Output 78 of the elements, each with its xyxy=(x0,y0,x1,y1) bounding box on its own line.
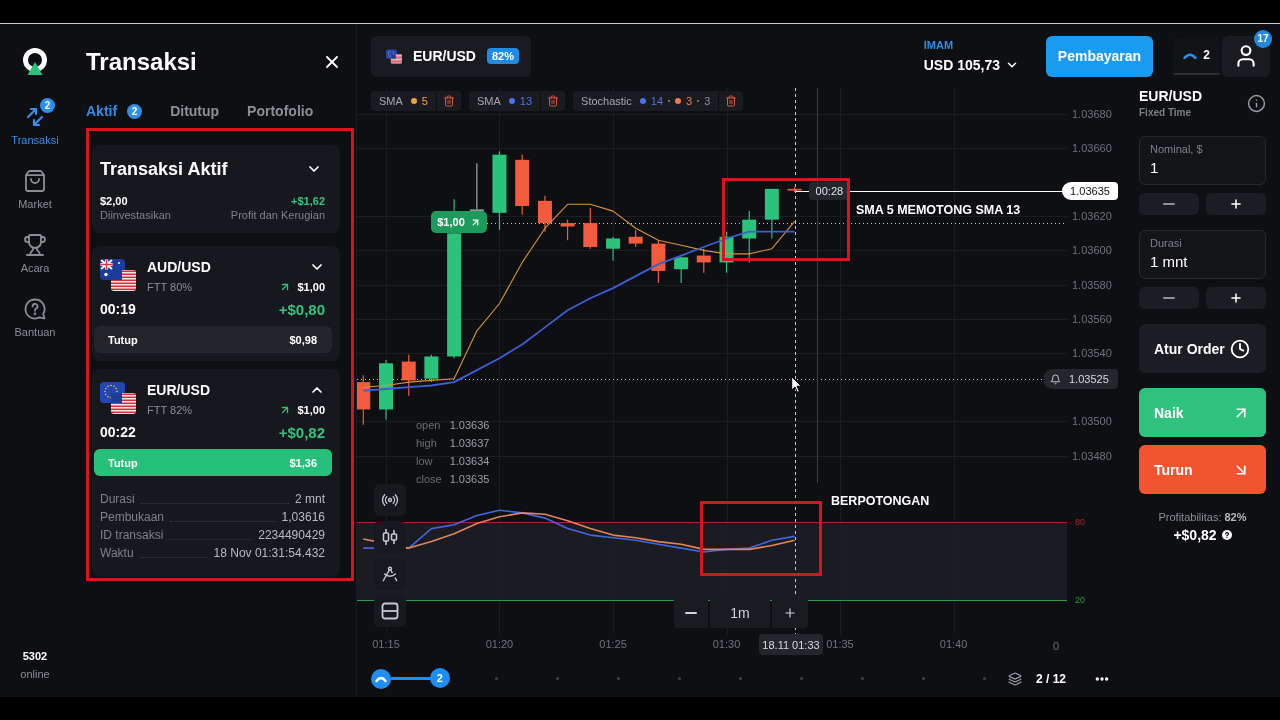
indicator-param: 14 xyxy=(650,95,664,107)
level-axis-label: 20 xyxy=(1075,595,1085,606)
detail-value: 2 mnt xyxy=(295,492,325,506)
trade-profit: +$0,80 xyxy=(278,300,325,318)
ohlc-label: low xyxy=(416,454,434,469)
price-axis-label: 1.03600 xyxy=(1072,244,1112,257)
page-counter: 2 / 12 xyxy=(1036,671,1067,686)
price-axis-label: 1.03580 xyxy=(1072,278,1112,291)
trade-profit: +$0,82 xyxy=(278,423,325,441)
ohlc-label: open xyxy=(416,418,442,433)
field-label: Durasi xyxy=(1150,237,1182,249)
indicator-param: 13 xyxy=(519,95,533,107)
indicator-param: 3 xyxy=(686,95,693,107)
notification-badge: 17 xyxy=(1254,29,1272,48)
current-price-label: 1.03635 xyxy=(1062,182,1118,200)
expected-profit: +$0,82 xyxy=(1173,527,1217,543)
trade-amount-text: $1,00 xyxy=(437,216,465,228)
account-name: IMAM xyxy=(923,38,955,52)
detail-value: 18 Nov 01:31:54.432 xyxy=(213,546,325,560)
trade-timer: 00:19 xyxy=(100,301,136,317)
detail-label: ID transaksi xyxy=(100,528,164,542)
time-axis-label: 01:40 xyxy=(939,638,968,650)
price-axis-label: 1.03680 xyxy=(1072,107,1112,120)
alert-price-text: 1.03525 xyxy=(1069,373,1109,385)
online-label: online xyxy=(20,668,50,681)
panel-title: Transaksi xyxy=(86,48,197,76)
ohlc-value: 1.03636 xyxy=(449,418,490,433)
trade-type: FTT 82% xyxy=(147,403,194,417)
price-axis-label: 1.03620 xyxy=(1072,210,1112,223)
ohlc-label: high xyxy=(416,436,438,451)
field-label: Nominal, $ xyxy=(1150,143,1203,155)
cursor-time-label: 18.11 01:33 xyxy=(759,634,823,655)
payout-badge: 82% xyxy=(486,48,519,64)
profit-label: Profit dan Kerugian xyxy=(230,208,325,222)
detail-label: Waktu xyxy=(100,546,134,560)
trade-amount: $1,00 xyxy=(297,404,325,416)
time-axis-label: 01:20 xyxy=(485,638,514,650)
time-axis-label: 01:15 xyxy=(372,638,400,650)
price-axis-label: 1.03480 xyxy=(1072,449,1112,462)
ohlc-value: 1.03634 xyxy=(449,454,490,469)
asset-name: EUR/USD xyxy=(1139,88,1202,104)
indicator-name: SMA xyxy=(379,95,403,107)
profitability-text: Profitabilitas: 82% xyxy=(1157,510,1248,524)
trade-amount: $1,00 xyxy=(297,281,325,293)
ohlc-label: close xyxy=(416,472,442,487)
profit-amount: +$1,62 xyxy=(291,194,325,208)
indicator-name: SMA xyxy=(476,95,501,107)
time-axis-label: 01:35 xyxy=(826,638,854,650)
price-axis-label: 1.03500 xyxy=(1072,415,1112,428)
price-axis-label: 1.03660 xyxy=(1072,141,1112,154)
indicator-name: Stochastic xyxy=(581,95,632,107)
detail-value: 1,03616 xyxy=(281,510,325,524)
trade-type: FTT 80% xyxy=(147,280,194,294)
summary-title: Transaksi Aktif xyxy=(100,158,228,180)
online-count: 5302 xyxy=(22,650,48,663)
detail-label: Durasi xyxy=(100,492,135,506)
invested-amount: $2,00 xyxy=(100,194,128,208)
trade-mode: Fixed Time xyxy=(1139,107,1193,119)
price-axis-label: 1.03540 xyxy=(1072,347,1112,360)
count-badge: 2 xyxy=(127,103,143,119)
indicator-param: 5 xyxy=(421,95,428,107)
time-axis-label: 01:30 xyxy=(712,638,741,650)
ohlc-value: 1.03635 xyxy=(449,472,490,487)
indicator-param: 3 xyxy=(704,95,711,107)
price-axis-label: 1.03560 xyxy=(1072,312,1112,325)
ohlc-value: 1.03637 xyxy=(449,436,490,451)
time-axis-label: 0 xyxy=(1053,640,1060,653)
annotation-text: BERPOTONGAN xyxy=(831,494,930,509)
level-axis-label: 80 xyxy=(1075,517,1085,528)
time-axis-label: 01:25 xyxy=(599,638,627,650)
detail-label: Pembukaan xyxy=(100,510,165,524)
pair-name: EUR/USD xyxy=(147,382,211,398)
count-badge: 2 xyxy=(40,98,55,113)
pair-name: AUD/USD xyxy=(147,259,212,275)
annotation-text: SMA 5 MEMOTONG SMA 13 xyxy=(856,203,1021,218)
invested-label: Diinvestasikan xyxy=(100,208,171,222)
trade-timer: 00:22 xyxy=(100,424,136,440)
detail-value: 2234490429 xyxy=(258,528,325,542)
